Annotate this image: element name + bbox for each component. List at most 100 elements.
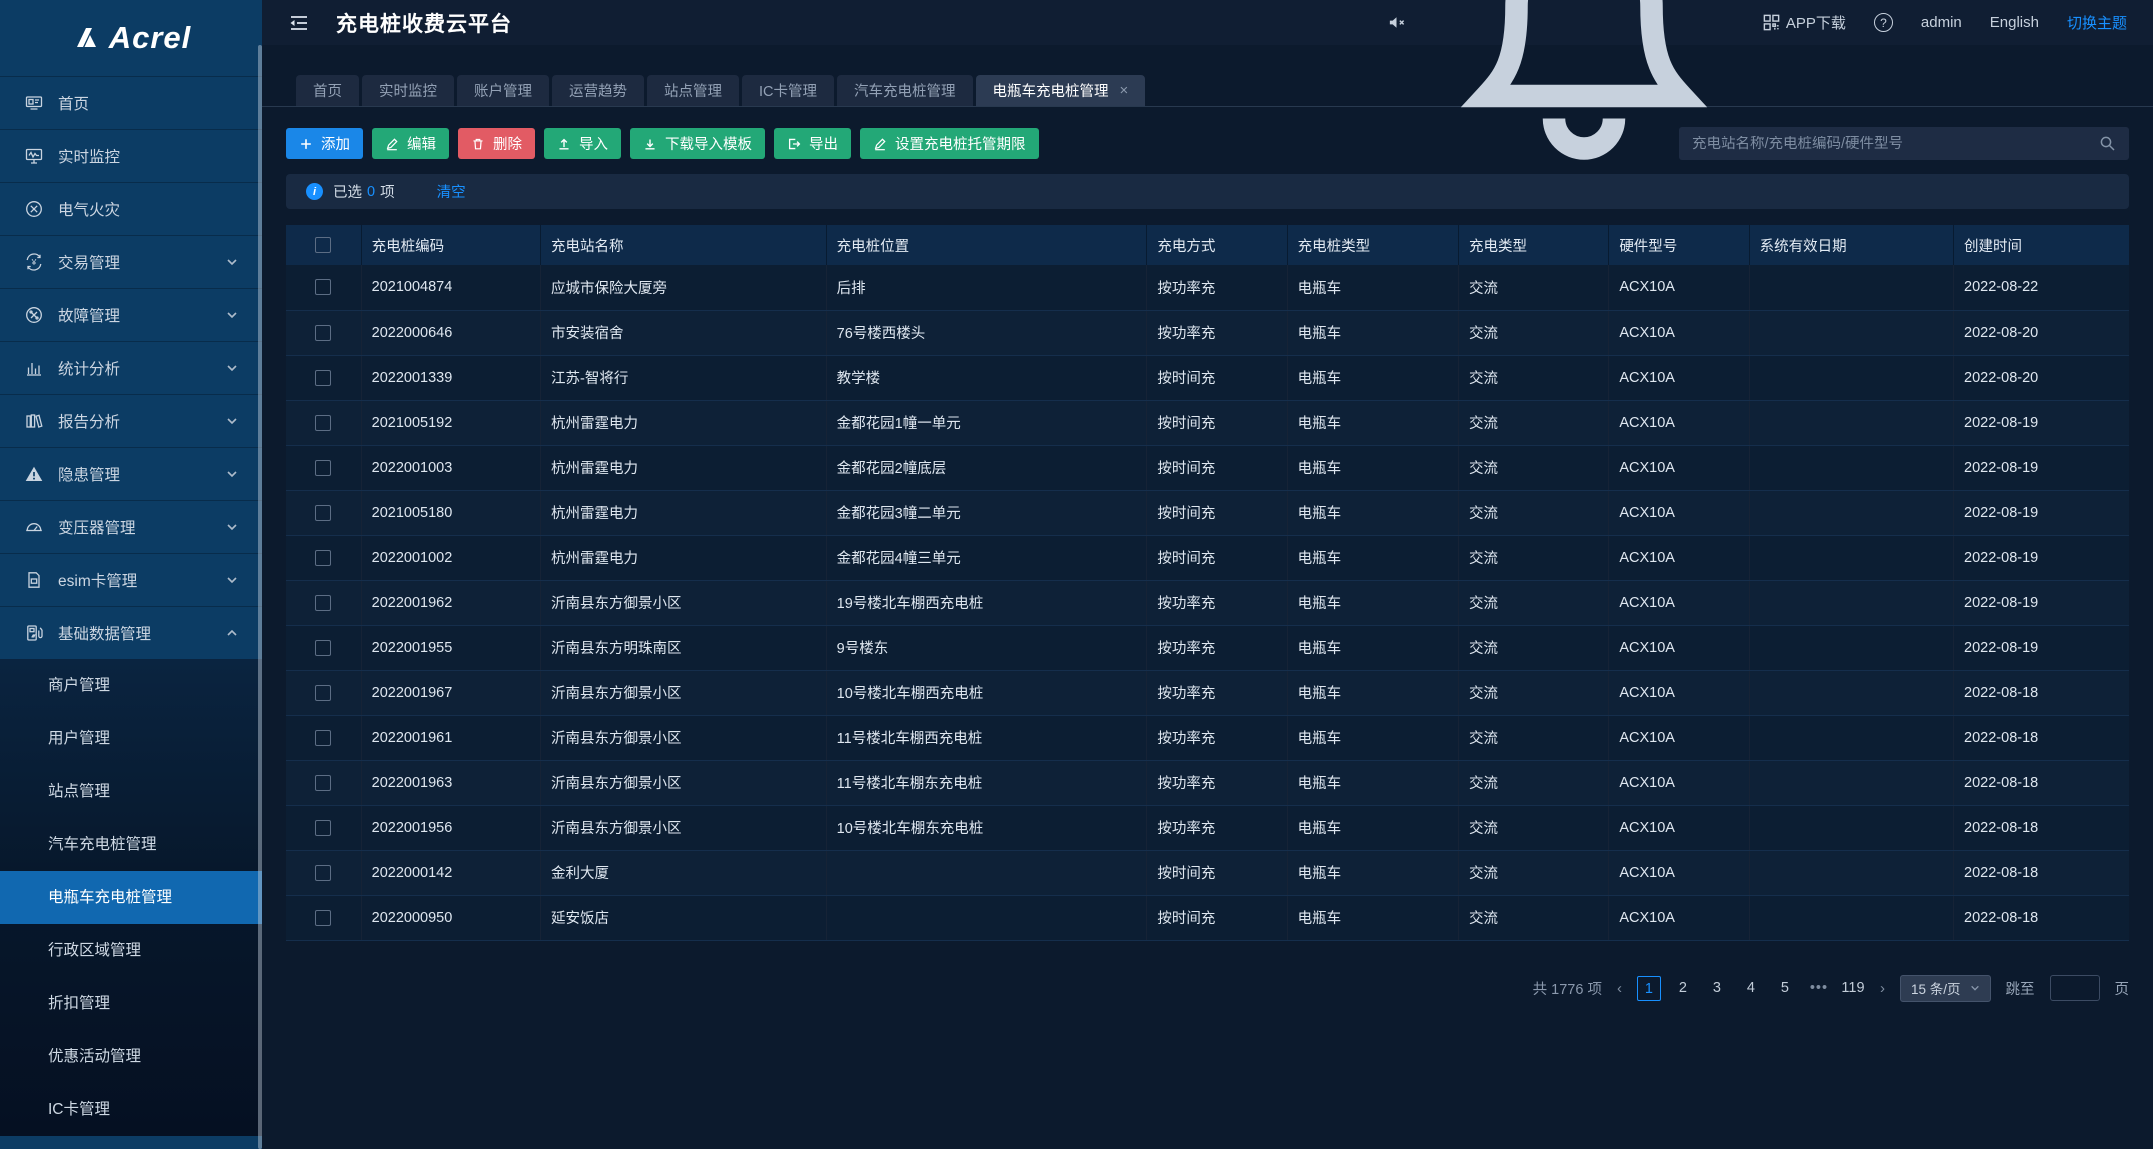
tab-IC卡管理[interactable]: IC卡管理 [742,75,834,106]
next-page-icon[interactable]: › [1880,980,1885,997]
添加-button[interactable]: 添加 [286,128,363,159]
sidebar-item-交易管理[interactable]: ¥交易管理 [0,235,262,288]
table-cell: 10号楼北车棚西充电桩 [826,670,1147,715]
row-checkbox[interactable] [315,775,331,791]
sidebar-item-label: 实时监控 [58,145,120,167]
table-cell: 2022-08-19 [1954,580,2129,625]
table-cell: 2022001339 [361,355,540,400]
sidebar-scrollbar[interactable] [258,45,262,1149]
close-icon[interactable]: × [1120,82,1129,99]
table-cell [1749,355,1953,400]
row-checkbox-cell [286,850,361,895]
page-number-2[interactable]: 2 [1671,976,1695,1001]
sidebar-item-电气火灾[interactable]: 电气火灾 [0,182,262,235]
tab-汽车充电桩管理[interactable]: 汽车充电桩管理 [837,75,973,106]
row-checkbox-cell [286,670,361,715]
select-all-checkbox[interactable] [315,237,331,253]
row-checkbox[interactable] [315,325,331,341]
tab-站点管理[interactable]: 站点管理 [647,75,739,106]
sidebar-subitem-行政区域管理[interactable]: 行政区域管理 [0,924,262,977]
导出-button[interactable]: 导出 [774,128,851,159]
tab-首页[interactable]: 首页 [296,75,359,106]
sidebar-subitem-电瓶车充电桩管理[interactable]: 电瓶车充电桩管理 [0,871,262,924]
table-cell: 按时间充 [1147,490,1287,535]
theme-switch-link[interactable]: 切换主题 [2067,12,2127,33]
row-checkbox[interactable] [315,820,331,836]
app-download-link[interactable]: APP下载 [1762,12,1846,33]
table-cell: 电瓶车 [1287,805,1458,850]
row-checkbox[interactable] [315,910,331,926]
导入-button[interactable]: 导入 [544,128,621,159]
brand-name: Acrel [109,20,192,56]
page-number-4[interactable]: 4 [1739,976,1763,1001]
row-checkbox[interactable] [315,415,331,431]
acrel-logo-icon [71,23,101,53]
tab-电瓶车充电桩管理[interactable]: 电瓶车充电桩管理× [976,75,1146,106]
username[interactable]: admin [1921,14,1962,31]
table-cell: 按功率充 [1147,715,1287,760]
设置充电桩托管期限-button[interactable]: 设置充电桩托管期限 [860,128,1039,159]
sidebar-item-隐患管理[interactable]: 隐患管理 [0,447,262,500]
tab-label: 运营趋势 [569,80,627,101]
pagination-total: 共 1776 项 [1533,978,1602,999]
tab-账户管理[interactable]: 账户管理 [457,75,549,106]
table-cell: 交流 [1459,625,1609,670]
下载导入模板-button[interactable]: 下载导入模板 [630,128,765,159]
table-cell: 2022-08-18 [1954,760,2129,805]
row-checkbox[interactable] [315,730,331,746]
编辑-button[interactable]: 编辑 [372,128,449,159]
sidebar-item-报告分析[interactable]: 报告分析 [0,394,262,447]
jump-page-input[interactable] [2050,975,2100,1001]
删除-button[interactable]: 删除 [458,128,535,159]
sidebar-subitem-汽车充电桩管理[interactable]: 汽车充电桩管理 [0,818,262,871]
table-cell: 2021005180 [361,490,540,535]
clear-selection-link[interactable]: 清空 [437,181,466,202]
page-size-select[interactable]: 15 条/页 [1900,975,1991,1002]
sidebar-item-esim卡管理[interactable]: esim卡管理 [0,553,262,606]
row-checkbox[interactable] [315,640,331,656]
sidebar-item-故障管理[interactable]: 故障管理 [0,288,262,341]
page-number-119[interactable]: 119 [1841,976,1865,1001]
prev-page-icon[interactable]: ‹ [1617,980,1622,997]
notification-bell-icon[interactable]: 99+ [1434,0,1734,175]
row-checkbox[interactable] [315,279,331,295]
search-input[interactable] [1692,136,2099,152]
table-cell: 2022000646 [361,310,540,355]
sidebar-item-变压器管理[interactable]: 变压器管理 [0,500,262,553]
row-checkbox[interactable] [315,865,331,881]
sidebar-item-统计分析[interactable]: 统计分析 [0,341,262,394]
table-cell [1749,445,1953,490]
sidebar-item-基础数据管理[interactable]: 基础数据管理 [0,606,262,659]
mute-icon[interactable] [1387,13,1406,32]
table-cell: ACX10A [1609,355,1749,400]
sidebar-subitem-站点管理[interactable]: 站点管理 [0,765,262,818]
row-checkbox[interactable] [315,505,331,521]
table-cell: 2022-08-18 [1954,805,2129,850]
page-number-5[interactable]: 5 [1773,976,1797,1001]
sidebar-item-实时监控[interactable]: 实时监控 [0,129,262,182]
stats-icon [24,358,44,378]
sidebar-subitem-优惠活动管理[interactable]: 优惠活动管理 [0,1030,262,1083]
row-checkbox[interactable] [315,370,331,386]
collapse-menu-icon[interactable] [288,12,310,34]
delete-icon [471,137,485,151]
sidebar-subitem-IC卡管理[interactable]: IC卡管理 [0,1083,262,1136]
search-icon[interactable] [2099,135,2116,152]
page-number-1[interactable]: 1 [1637,976,1661,1001]
column-header-硬件型号: 硬件型号 [1609,225,1749,265]
page-number-3[interactable]: 3 [1705,976,1729,1001]
row-checkbox[interactable] [315,685,331,701]
row-checkbox[interactable] [315,460,331,476]
sidebar-subitem-折扣管理[interactable]: 折扣管理 [0,977,262,1030]
row-checkbox[interactable] [315,550,331,566]
tab-运营趋势[interactable]: 运营趋势 [552,75,644,106]
table-cell: 电瓶车 [1287,670,1458,715]
sidebar-subitem-商户管理[interactable]: 商户管理 [0,659,262,712]
sidebar-item-首页[interactable]: 首页 [0,76,262,129]
sidebar-subitem-用户管理[interactable]: 用户管理 [0,712,262,765]
row-checkbox[interactable] [315,595,331,611]
language-switch[interactable]: English [1990,14,2039,31]
help-icon[interactable]: ? [1874,13,1893,32]
tab-实时监控[interactable]: 实时监控 [362,75,454,106]
table-cell: 按功率充 [1147,760,1287,805]
